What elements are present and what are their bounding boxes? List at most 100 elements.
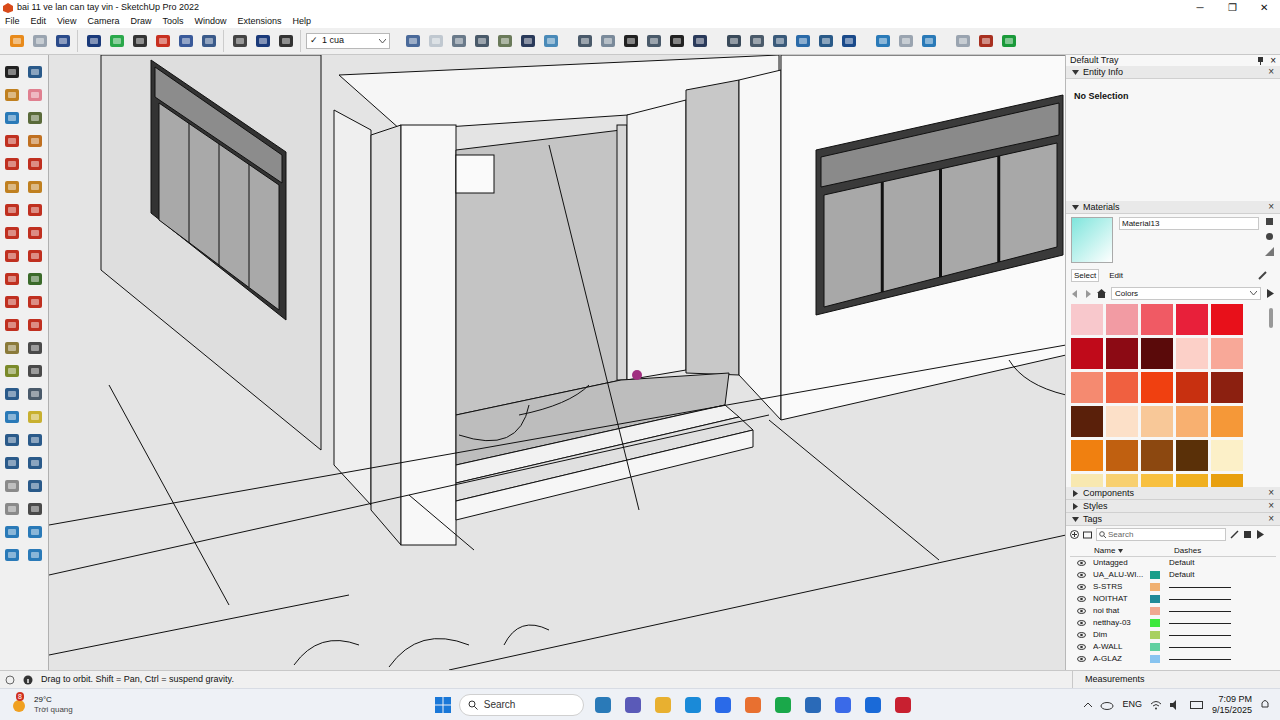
toolbar-button[interactable] [24, 130, 46, 152]
toolbar-button[interactable] [24, 314, 46, 336]
materials-tab[interactable]: Edit [1107, 270, 1125, 281]
color-swatch[interactable] [1211, 338, 1243, 369]
tag-dash-line[interactable] [1169, 659, 1231, 660]
toolbar-button[interactable] [106, 30, 128, 52]
toolbar-button[interactable] [24, 222, 46, 244]
tag-dash-line[interactable] [1169, 599, 1231, 600]
color-swatch[interactable] [1071, 338, 1103, 369]
color-swatch[interactable] [1106, 406, 1138, 437]
pencil-icon[interactable] [1230, 530, 1239, 539]
tag-dash-line[interactable] [1169, 611, 1231, 612]
toolbar-button[interactable] [1, 383, 23, 405]
tag-color[interactable] [1150, 595, 1160, 603]
taskbar-app-icon[interactable] [804, 696, 822, 714]
panel-header[interactable]: Entity Info× [1066, 66, 1280, 79]
color-swatch[interactable] [1071, 440, 1103, 471]
toolbar-button[interactable] [643, 30, 665, 52]
toolbar-button[interactable] [24, 475, 46, 497]
windows-start-icon[interactable] [435, 697, 451, 713]
panel-close[interactable]: × [1268, 513, 1274, 525]
delete-tag-icon[interactable] [1243, 530, 1252, 539]
color-swatch[interactable] [1211, 304, 1243, 335]
color-swatch[interactable] [1106, 440, 1138, 471]
chevron-up-icon[interactable] [1084, 702, 1092, 707]
color-swatch[interactable] [1141, 440, 1173, 471]
toolbar-button[interactable] [1, 406, 23, 428]
toolbar-button[interactable] [838, 30, 860, 52]
toolbar-button[interactable] [792, 30, 814, 52]
color-swatch[interactable] [1071, 474, 1103, 487]
add-tag-icon[interactable] [1070, 530, 1079, 539]
toolbar-button[interactable] [998, 30, 1020, 52]
toolbar-button[interactable] [723, 30, 745, 52]
tag-row[interactable]: A-GLAZ [1070, 653, 1276, 665]
cloud-icon[interactable] [1100, 700, 1114, 710]
toolbar-button[interactable] [24, 337, 46, 359]
toolbar-button[interactable] [769, 30, 791, 52]
tag-color[interactable] [1150, 583, 1160, 591]
scene-dropdown[interactable]: ✓1 cua [306, 33, 390, 49]
color-swatch[interactable] [1176, 304, 1208, 335]
color-swatch[interactable] [1106, 474, 1138, 487]
toolbar-button[interactable] [1, 176, 23, 198]
color-swatch[interactable] [1106, 338, 1138, 369]
toolbar-button[interactable] [24, 245, 46, 267]
color-swatch[interactable] [1176, 338, 1208, 369]
toolbar-button[interactable] [1, 429, 23, 451]
menu-item[interactable]: Tools [162, 15, 183, 28]
tag-dash-line[interactable] [1169, 647, 1231, 648]
tag-row[interactable]: S-STRS [1070, 581, 1276, 593]
toolbar-button[interactable] [24, 406, 46, 428]
back-icon[interactable] [1071, 290, 1079, 298]
tag-color[interactable] [1150, 571, 1160, 579]
sample-paint-icon[interactable] [1258, 271, 1267, 280]
toolbar-button[interactable] [1, 107, 23, 129]
color-swatch[interactable] [1211, 406, 1243, 437]
panel-close[interactable]: × [1268, 500, 1274, 512]
toolbar-button[interactable] [24, 498, 46, 520]
toolbar-button[interactable] [494, 30, 516, 52]
pin-icon[interactable] [1257, 57, 1264, 65]
help-icon[interactable] [5, 675, 15, 685]
taskbar-app-icon[interactable] [744, 696, 762, 714]
toolbar-button[interactable] [620, 30, 642, 52]
tray-close[interactable]: × [1270, 55, 1276, 66]
menu-item[interactable]: Window [194, 15, 226, 28]
menu-item[interactable]: File [5, 15, 20, 28]
toolbar-button[interactable] [1, 222, 23, 244]
toolbar-button[interactable] [24, 452, 46, 474]
forward-icon[interactable] [1084, 290, 1092, 298]
taskbar-app-icon[interactable] [654, 696, 672, 714]
tag-row[interactable]: UntaggedDefault [1070, 557, 1276, 569]
bell-icon[interactable] [1260, 699, 1270, 710]
menu-item[interactable]: View [57, 15, 76, 28]
panel-close[interactable]: × [1268, 201, 1274, 213]
panel-header[interactable]: Materials× [1066, 201, 1280, 214]
toolbar-button[interactable] [918, 30, 940, 52]
toolbar-button[interactable] [1, 475, 23, 497]
tag-color[interactable] [1150, 559, 1160, 567]
window-control[interactable]: ─ [1184, 0, 1216, 15]
battery-icon[interactable] [1190, 701, 1204, 709]
color-swatch[interactable] [1176, 474, 1208, 487]
tag-row[interactable]: A-WALL [1070, 641, 1276, 653]
taskbar-search[interactable]: Search [459, 694, 584, 716]
toolbar-button[interactable] [746, 30, 768, 52]
toolbar-button[interactable] [1, 199, 23, 221]
home-icon[interactable] [1097, 289, 1106, 298]
color-swatch[interactable] [1106, 372, 1138, 403]
toolbar-button[interactable] [517, 30, 539, 52]
materials-tab[interactable]: Select [1071, 269, 1099, 282]
menu-item[interactable]: Camera [87, 15, 119, 28]
toolbar-button[interactable] [425, 30, 447, 52]
toolbar-button[interactable] [1, 291, 23, 313]
color-swatch[interactable] [1211, 372, 1243, 403]
tag-row[interactable]: NOITHAT [1070, 593, 1276, 605]
toolbar-button[interactable] [24, 268, 46, 290]
menu-item[interactable]: Edit [31, 15, 47, 28]
volume-icon[interactable] [1170, 700, 1182, 710]
tag-row[interactable]: UA_ALU-WI...Default [1070, 569, 1276, 581]
taskbar-app-icon[interactable] [714, 696, 732, 714]
toolbar-button[interactable] [952, 30, 974, 52]
taskbar-app-icon[interactable] [774, 696, 792, 714]
